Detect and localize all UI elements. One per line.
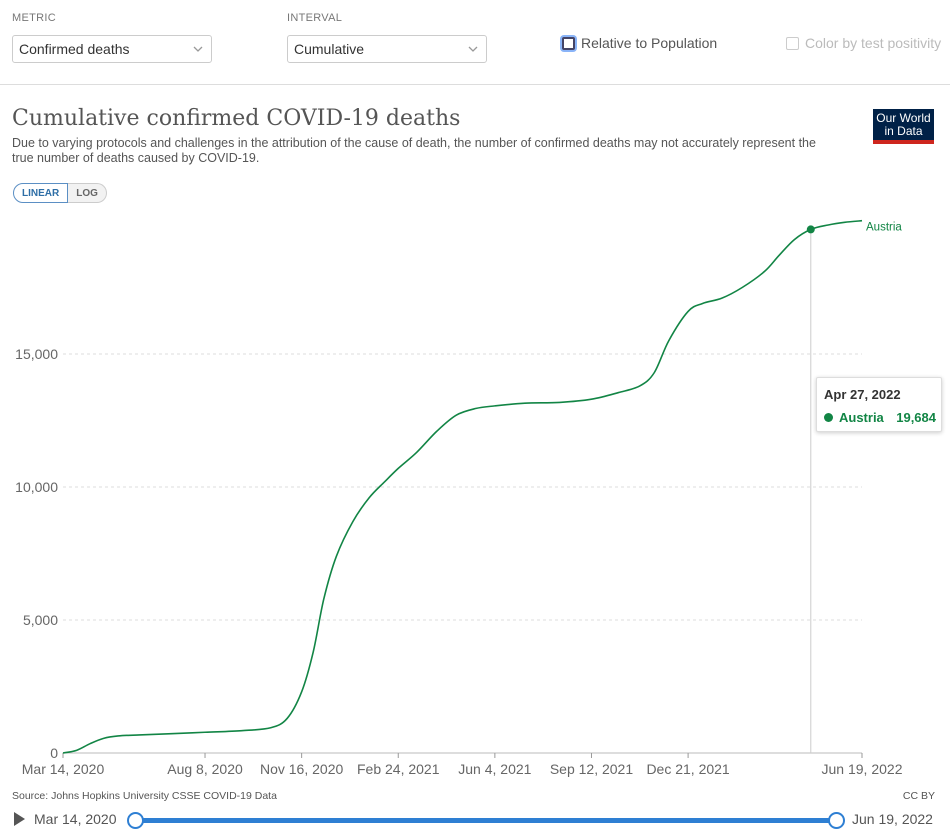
timeline: Mar 14, 2020 Jun 19, 2022: [0, 808, 950, 833]
x-tick-label: Mar 14, 2020: [22, 761, 105, 777]
x-tick-label: Feb 24, 2021: [357, 761, 440, 777]
tooltip-row: Austria 19,684: [824, 410, 936, 425]
source-note[interactable]: Source: Johns Hopkins University CSSE CO…: [12, 790, 277, 802]
timeline-end-handle[interactable]: [828, 812, 845, 829]
tooltip-value: 19,684: [896, 410, 936, 425]
highlight-point: [806, 225, 815, 234]
timeline-track[interactable]: [134, 818, 836, 823]
tooltip-series: Austria: [839, 410, 884, 425]
line-chart[interactable]: 0 5,000 10,000 15,000 Mar 14, 2020 Aug 8, 202…: [0, 0, 950, 833]
x-tick-label: Jun 19, 2022: [822, 761, 903, 777]
y-tick-label: 0: [50, 745, 58, 761]
timeline-end-label: Jun 19, 2022: [852, 811, 933, 827]
license-link[interactable]: CC BY: [903, 790, 935, 802]
x-tick-label: Dec 21, 2021: [646, 761, 729, 777]
x-tick-label: Aug 8, 2020: [167, 761, 243, 777]
chart-tooltip: Apr 27, 2022 Austria 19,684: [816, 377, 942, 432]
series-label-austria: Austria: [866, 222, 902, 234]
play-icon[interactable]: [14, 812, 25, 826]
timeline-start-handle[interactable]: [127, 812, 144, 829]
x-tick-label: Sep 12, 2021: [550, 761, 634, 777]
series-dot-icon: [824, 413, 833, 422]
y-tick-label: 5,000: [23, 612, 58, 628]
x-tick-label: Jun 4, 2021: [458, 761, 531, 777]
x-tick-label: Nov 16, 2020: [260, 761, 343, 777]
timeline-start-label: Mar 14, 2020: [34, 811, 117, 827]
y-tick-label: 15,000: [15, 346, 58, 362]
tooltip-date: Apr 27, 2022: [824, 387, 901, 402]
y-tick-label: 10,000: [15, 479, 58, 495]
